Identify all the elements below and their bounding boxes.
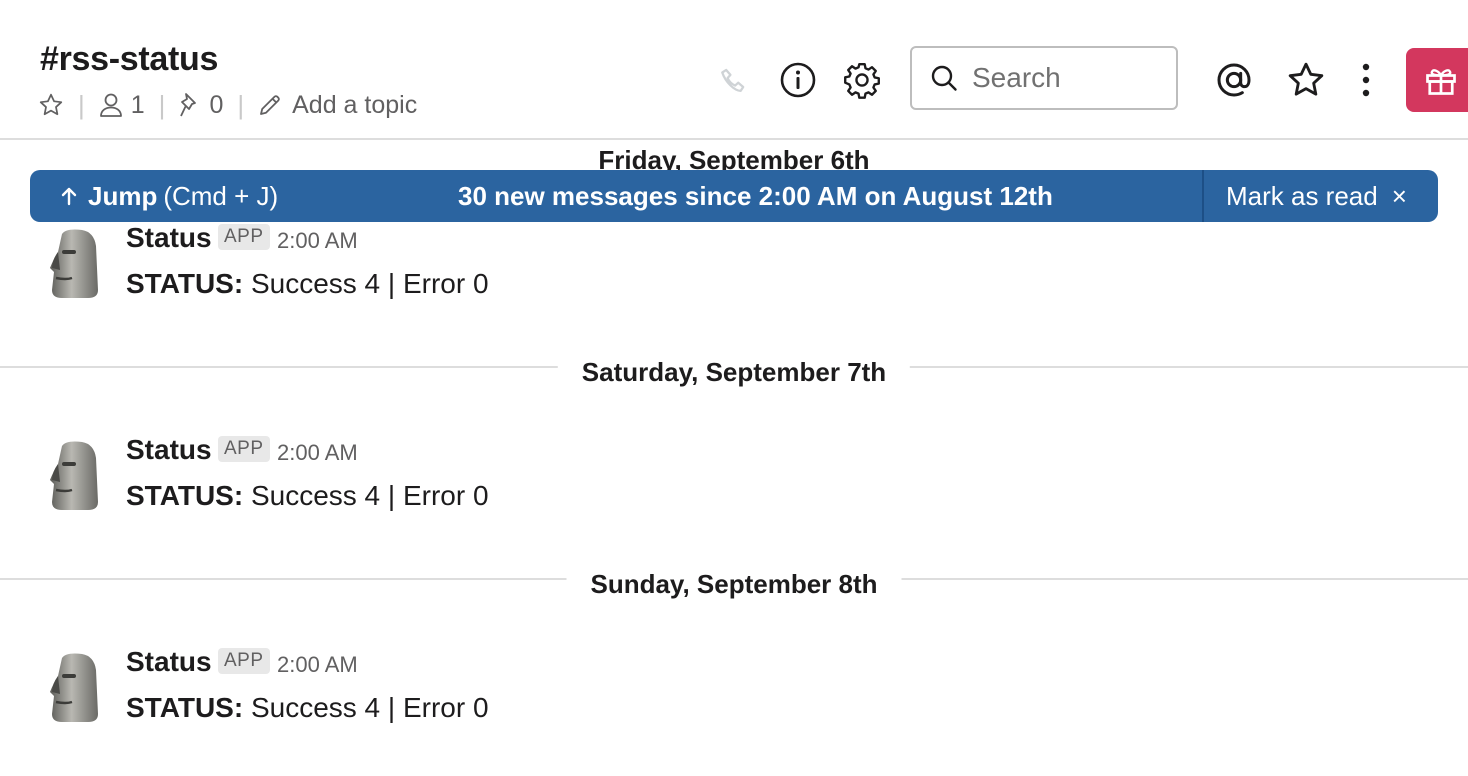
message-item: Status APP 2:00 AM STATUS: Success 4 | E…: [0, 646, 1468, 752]
message-text: Success 4 | Error 0: [250, 480, 489, 511]
new-messages-banner: Jump (Cmd + J) 30 new messages since 2:0…: [30, 170, 1438, 222]
jump-button[interactable]: Jump (Cmd + J): [60, 170, 278, 222]
gear-icon[interactable]: [840, 58, 884, 102]
meta-separator: |: [237, 89, 245, 120]
channel-title[interactable]: #rss-status: [40, 40, 218, 79]
message-prefix: STATUS:: [126, 692, 244, 723]
pencil-icon: [258, 93, 282, 117]
app-badge: APP: [218, 436, 270, 462]
moai-avatar-icon[interactable]: [48, 440, 100, 512]
moai-avatar-icon[interactable]: [48, 228, 100, 300]
pinned-count-button[interactable]: 0: [179, 91, 223, 120]
meta-separator: |: [78, 89, 85, 120]
message-text: Success 4 | Error 0: [250, 268, 489, 299]
add-topic-button[interactable]: Add a topic: [258, 91, 417, 120]
message-item: Status APP 2:00 AM STATUS: Success 4 | E…: [0, 434, 1468, 540]
sender-name[interactable]: Status: [126, 646, 212, 678]
message-timestamp[interactable]: 2:00 AM: [277, 440, 358, 466]
arrow-up-icon: [60, 186, 78, 206]
pinned-count: 0: [209, 90, 224, 119]
member-icon: [99, 92, 123, 118]
star-icon[interactable]: [38, 92, 64, 118]
message-item: Status APP 2:00 AM STATUS: Success 4 | E…: [0, 222, 1468, 328]
message-text: Success 4 | Error 0: [250, 692, 489, 723]
info-icon[interactable]: [776, 58, 820, 102]
add-topic-label: Add a topic: [292, 90, 418, 119]
mark-as-read-label: Mark as read: [1226, 180, 1378, 211]
mark-as-read-button[interactable]: Mark as read ×: [1226, 170, 1407, 222]
channel-meta: | 1 | 0 | Add a topic: [38, 88, 417, 122]
more-vertical-icon[interactable]: [1354, 58, 1378, 102]
member-count-button[interactable]: 1: [99, 91, 145, 120]
pin-icon: [179, 92, 201, 118]
search-input[interactable]: [970, 61, 1164, 95]
day-divider-label[interactable]: Sunday, September 8th: [566, 567, 902, 601]
new-messages-text: 30 new messages since 2:00 AM on August …: [458, 180, 1053, 211]
banner-separator: [1202, 170, 1204, 222]
message-prefix: STATUS:: [126, 268, 244, 299]
search-icon: [930, 64, 958, 92]
message-timestamp[interactable]: 2:00 AM: [277, 652, 358, 678]
mention-icon[interactable]: [1212, 58, 1256, 102]
day-divider-label[interactable]: Saturday, September 7th: [557, 355, 911, 389]
meta-separator: |: [158, 89, 166, 120]
phone-icon[interactable]: [714, 62, 754, 102]
close-icon[interactable]: ×: [1392, 181, 1407, 212]
app-badge: APP: [218, 648, 270, 674]
message-timestamp[interactable]: 2:00 AM: [277, 228, 358, 254]
channel-header: #rss-status | 1 | 0 | Add a topic: [0, 0, 1468, 140]
message-body: STATUS: Success 4 | Error 0: [126, 268, 489, 300]
app-badge: APP: [218, 224, 270, 250]
member-count: 1: [130, 90, 145, 119]
message-body: STATUS: Success 4 | Error 0: [126, 692, 489, 724]
moai-avatar-icon[interactable]: [48, 652, 100, 724]
jump-shortcut-hint: (Cmd + J): [163, 180, 279, 211]
sender-name[interactable]: Status: [126, 222, 212, 254]
gift-button[interactable]: [1406, 48, 1468, 112]
sender-name[interactable]: Status: [126, 434, 212, 466]
message-prefix: STATUS:: [126, 480, 244, 511]
gift-icon: [1423, 62, 1459, 98]
jump-label: Jump: [88, 180, 158, 211]
star-outline-icon[interactable]: [1284, 58, 1328, 102]
message-body: STATUS: Success 4 | Error 0: [126, 480, 489, 512]
search-field[interactable]: [910, 46, 1178, 110]
